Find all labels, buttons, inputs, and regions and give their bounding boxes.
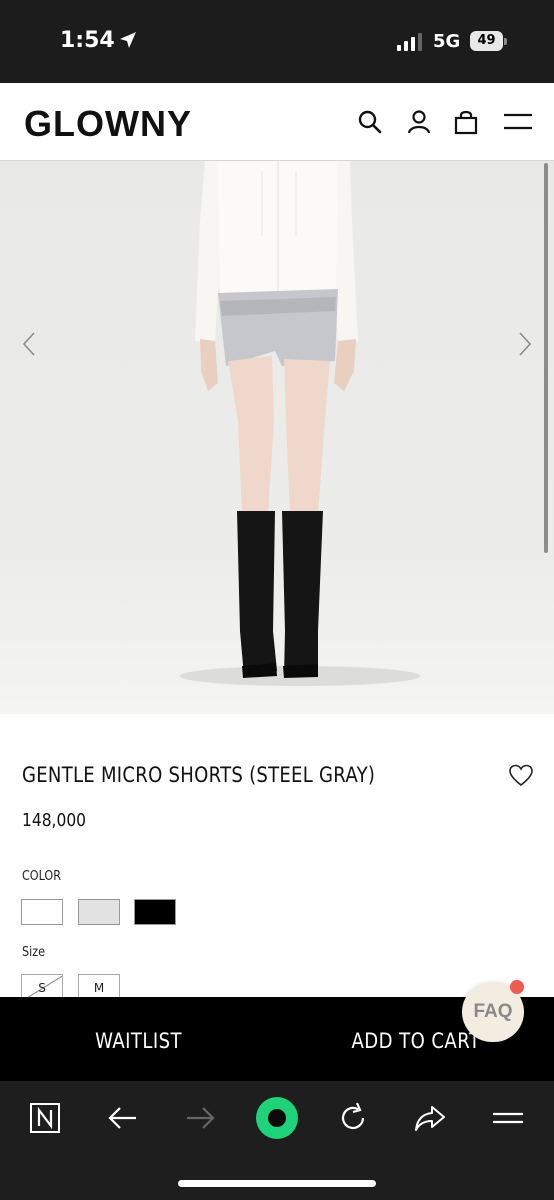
battery-icon: 49 (470, 31, 507, 51)
model-photo (180, 161, 420, 686)
n-app-icon[interactable] (28, 1101, 62, 1135)
home-indicator[interactable] (178, 1180, 376, 1187)
menu-icon[interactable] (491, 1101, 525, 1135)
account-icon[interactable] (406, 109, 432, 135)
color-swatch-gray[interactable] (78, 899, 120, 925)
back-arrow-icon[interactable] (106, 1101, 140, 1135)
share-icon[interactable] (413, 1101, 447, 1135)
location-arrow-icon (120, 32, 136, 48)
battery-level: 49 (470, 31, 503, 51)
assistant-icon[interactable] (254, 1095, 300, 1141)
size-option-label: S (38, 981, 46, 995)
chevron-left-icon[interactable] (18, 329, 42, 359)
size-option-label: M (93, 981, 105, 995)
signal-icon (397, 33, 422, 51)
network-type: 5G (433, 31, 461, 52)
brand-logo[interactable]: GLOWNY (24, 103, 192, 145)
search-icon[interactable] (357, 109, 383, 135)
product-name: GENTLE MICRO SHORTS (STEEL GRAY) (22, 763, 376, 787)
add-to-cart-label: ADD TO CART (351, 1029, 480, 1053)
menu-icon[interactable] (503, 109, 533, 135)
waitlist-label: WAITLIST (95, 1029, 182, 1053)
status-time: 1:54 (60, 28, 115, 53)
product-image[interactable] (0, 161, 554, 714)
site-header: GLOWNY (0, 83, 554, 161)
color-label: COLOR (22, 869, 62, 884)
cart-icon[interactable] (453, 109, 479, 135)
image-scrollbar[interactable] (544, 163, 548, 553)
heart-icon[interactable] (508, 764, 534, 788)
notification-dot (510, 980, 524, 994)
waitlist-button[interactable]: WAITLIST (0, 997, 277, 1081)
chevron-right-icon[interactable] (512, 329, 536, 359)
reload-icon[interactable] (336, 1101, 370, 1135)
color-swatch-black[interactable] (134, 899, 176, 925)
color-swatch-white[interactable] (21, 899, 63, 925)
product-info: GENTLE MICRO SHORTS (STEEL GRAY) 148,000… (0, 714, 554, 1000)
size-label: Size (22, 945, 45, 960)
status-bar: 1:54 5G 49 (0, 0, 554, 83)
product-price: 148,000 (22, 810, 87, 831)
browser-toolbar (0, 1081, 554, 1200)
forward-arrow-icon[interactable] (183, 1101, 217, 1135)
